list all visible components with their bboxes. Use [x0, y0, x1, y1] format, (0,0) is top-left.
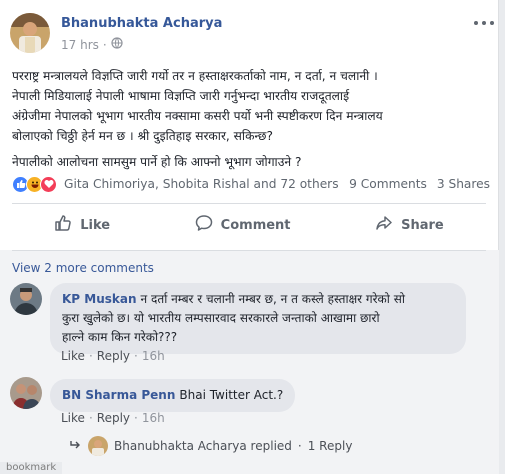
globe-icon	[111, 37, 123, 52]
share-label: Share	[401, 217, 444, 233]
post-actions: Like Comment Share	[12, 205, 486, 245]
post-line: नेपाली मिडियालाई नेपाली भाषामा विज्ञप्ति…	[12, 89, 350, 103]
comment-time[interactable]: 16h	[142, 349, 165, 363]
replies-summary[interactable]: Bhanubhakta Acharya replied · 1 Reply	[70, 436, 352, 456]
share-button[interactable]: Share	[375, 214, 444, 236]
post-text: परराष्ट्र मन्त्रालयले विज्ञप्ति जारी गर्…	[12, 66, 496, 172]
divider	[12, 203, 486, 204]
comment-text-line: कुरा खुलेको छ। यो भारतीय लम्पसारवाद सरका…	[62, 311, 380, 325]
comment-time[interactable]: 16h	[142, 411, 165, 425]
comment-label: Comment	[220, 217, 291, 233]
comment-button[interactable]: Comment	[195, 214, 291, 236]
share-arrow-icon	[375, 214, 393, 236]
reply-count[interactable]: 1 Reply	[308, 439, 353, 453]
reaction-names[interactable]: Gita Chimoriya, Shobita Rishal and 72 ot…	[64, 177, 339, 191]
comment-actions: Like · Reply · 16h	[61, 349, 165, 363]
love-reaction-icon	[40, 175, 57, 193]
comment-text-line: हाल्ने काम किन गरेको???	[62, 330, 178, 344]
reaction-icons[interactable]	[12, 175, 57, 193]
author-name[interactable]: Bhanubhakta Acharya	[61, 16, 222, 31]
comment-bubble: KP Muskan न दर्ता नम्बर र चलानी नम्बर छ, …	[50, 283, 466, 354]
more-options-icon[interactable]	[474, 16, 494, 30]
commenter-avatar[interactable]	[10, 283, 42, 315]
comment-bubble: BN Sharma Penn Bhai Twitter Act.?	[50, 379, 296, 412]
reactions-row: Gita Chimoriya, Shobita Rishal and 72 ot…	[12, 174, 490, 194]
post-meta: 17 hrs ·	[61, 37, 123, 52]
comment-like-link[interactable]: Like	[61, 349, 85, 363]
comments-count[interactable]: 9 Comments	[349, 177, 427, 191]
comment-bubble-icon	[195, 214, 213, 236]
commenter-name[interactable]: BN Sharma Penn	[62, 388, 175, 402]
post-line: नेपालीको आलोचना सामसुम पार्ने हो कि आफ्न…	[12, 155, 302, 169]
comment-like-link[interactable]: Like	[61, 411, 85, 425]
engagement-counts: 9 Comments 3 Shares	[349, 177, 490, 191]
commenter-avatar[interactable]	[10, 377, 42, 409]
thumbs-up-icon	[54, 214, 72, 236]
comment-actions: Like · Reply · 16h	[61, 411, 165, 425]
post-line: बोलाएको चिठ्ठी हेर्न मन छ । श्री दुइतिहा…	[12, 129, 273, 143]
comment-text: Bhai Twitter Act.?	[179, 388, 284, 402]
post-line: परराष्ट्र मन्त्रालयले विज्ञप्ति जारी गर्…	[12, 69, 378, 83]
post-time[interactable]: 17 hrs	[61, 38, 99, 52]
post-line: अंग्रेजीमा नेपालको भूभाग भारतीय नक्सामा …	[12, 109, 383, 123]
divider	[12, 250, 486, 251]
reply-arrow-icon	[70, 439, 82, 453]
post-card: Bhanubhakta Acharya 17 hrs · परराष्ट्र म…	[0, 0, 499, 474]
author-avatar[interactable]	[10, 13, 50, 53]
commenter-name[interactable]: KP Muskan	[62, 292, 137, 306]
like-label: Like	[80, 217, 111, 233]
comment-reply-link[interactable]: Reply	[97, 349, 130, 363]
like-button[interactable]: Like	[54, 214, 110, 236]
shares-count[interactable]: 3 Shares	[437, 177, 490, 191]
comment-reply-link[interactable]: Reply	[97, 411, 130, 425]
view-more-comments-link[interactable]: View 2 more comments	[12, 261, 154, 275]
bookmark-label: bookmark	[0, 462, 63, 474]
replied-text: Bhanubhakta Acharya replied	[114, 439, 292, 453]
replier-avatar	[88, 436, 108, 456]
comment-text-line: न दर्ता नम्बर र चलानी नम्बर छ, न त कस्ले…	[140, 292, 405, 306]
